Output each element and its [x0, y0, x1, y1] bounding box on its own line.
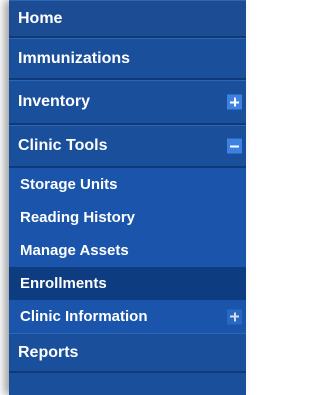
nav-item-label: Reports [18, 344, 79, 361]
nav-subitem-label: Storage Units [20, 176, 118, 193]
collapse-minus-icon[interactable] [227, 138, 242, 154]
nav-subitem-storage-units[interactable]: Storage Units [9, 168, 246, 201]
nav-subitem-manage-assets[interactable]: Manage Assets [9, 234, 246, 267]
nav-item-reports[interactable]: Reports [9, 333, 246, 373]
nav-item-label: Inventory [18, 93, 91, 110]
nav-item-label: Home [18, 9, 63, 27]
nav-subitem-label: Clinic Information [20, 308, 148, 325]
nav-item-label: Clinic Tools [18, 137, 108, 154]
expand-plus-icon[interactable] [227, 94, 242, 110]
sidebar-nav: Home Immunizations Inventory Clinic Tool… [9, 0, 246, 395]
nav-subitem-label: Reading History [20, 209, 136, 226]
nav-item-immunizations[interactable]: Immunizations [9, 38, 246, 80]
nav-subitem-enrollments[interactable]: Enrollments [9, 267, 246, 300]
nav-subitem-label: Manage Assets [20, 242, 129, 259]
nav-subitem-clinic-information[interactable]: Clinic Information [9, 300, 246, 333]
nav-item-label: Immunizations [18, 49, 131, 67]
expand-plus-icon[interactable] [227, 309, 242, 324]
nav-subitem-label: Enrollments [20, 275, 107, 292]
nav-item-home[interactable]: Home [9, 0, 246, 38]
nav-subitem-reading-history[interactable]: Reading History [9, 201, 246, 234]
nav-item-clinic-tools[interactable]: Clinic Tools [9, 125, 246, 168]
nav-item-inventory[interactable]: Inventory [9, 80, 246, 125]
